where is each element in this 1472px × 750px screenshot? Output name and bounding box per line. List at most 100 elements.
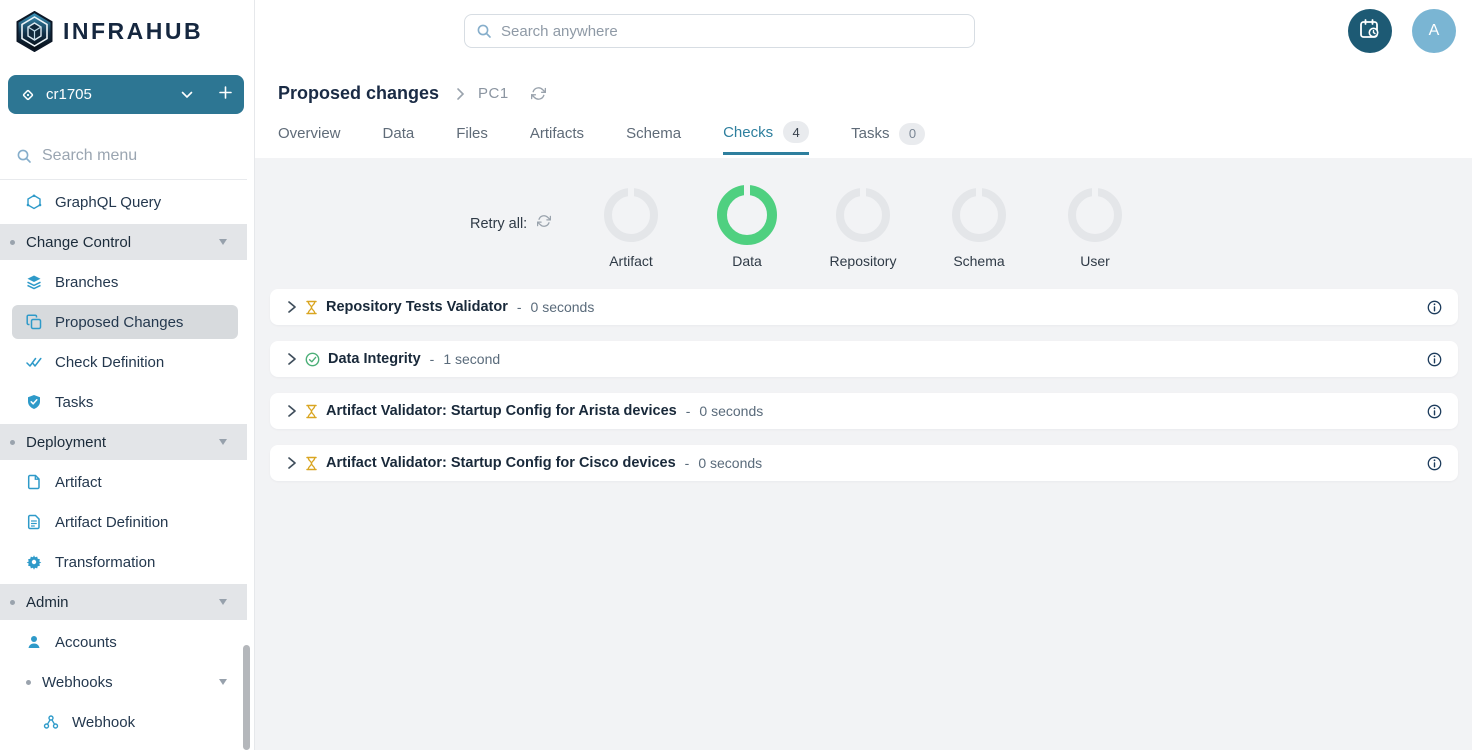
sidebar-item-webhook[interactable]: Webhook bbox=[0, 702, 247, 742]
collapse-triangle-icon bbox=[219, 679, 227, 685]
sidebar: INFRAHUB cr1705 bbox=[0, 0, 255, 750]
sidebar-item-branches[interactable]: Branches bbox=[0, 262, 247, 302]
sidebar-section-deployment[interactable]: Deployment bbox=[0, 424, 247, 460]
sidebar-scrollbar[interactable] bbox=[243, 645, 250, 750]
validator-title: Artifact Validator: Startup Config for C… bbox=[326, 455, 676, 471]
ring-label: Schema bbox=[953, 253, 1004, 269]
calendar-clock-icon bbox=[1358, 17, 1382, 46]
sidebar-item-label: Accounts bbox=[55, 634, 117, 651]
schedule-button[interactable] bbox=[1348, 9, 1392, 53]
tab-checks[interactable]: Checks 4 bbox=[723, 112, 809, 155]
global-search-input[interactable] bbox=[501, 23, 941, 40]
sidebar-item-tasks[interactable]: Tasks bbox=[0, 382, 247, 422]
validator-duration: 0 seconds bbox=[531, 299, 595, 315]
tab-schema[interactable]: Schema bbox=[626, 112, 681, 155]
avatar[interactable]: A bbox=[1412, 9, 1456, 53]
sidebar-item-transformation[interactable]: Transformation bbox=[0, 542, 247, 582]
sidebar-section-webhooks[interactable]: Webhooks bbox=[0, 662, 247, 702]
section-label: Admin bbox=[26, 594, 69, 611]
webhook-icon bbox=[43, 714, 59, 730]
ring-label: User bbox=[1080, 253, 1110, 269]
validator-row[interactable]: Artifact Validator: Startup Config for A… bbox=[270, 393, 1458, 429]
app-window: INFRAHUB cr1705 bbox=[0, 0, 1472, 750]
add-branch-button[interactable] bbox=[219, 86, 232, 104]
progress-ring-icon bbox=[836, 188, 890, 242]
expand-chevron-icon[interactable] bbox=[286, 300, 298, 314]
artifact-icon bbox=[26, 474, 42, 490]
tab-label: Files bbox=[456, 125, 488, 142]
infrahub-logo-icon bbox=[16, 11, 53, 52]
separator: - bbox=[686, 403, 691, 419]
sidebar-search bbox=[0, 132, 247, 180]
collapse-triangle-icon bbox=[219, 599, 227, 605]
tab-label: Checks bbox=[723, 124, 773, 141]
tab-tasks[interactable]: Tasks 0 bbox=[851, 112, 925, 155]
refresh-icon[interactable] bbox=[531, 86, 546, 101]
validator-row[interactable]: Data Integrity - 1 second bbox=[270, 341, 1458, 377]
sidebar-section-admin[interactable]: Admin bbox=[0, 584, 247, 620]
breadcrumb: Proposed changes PC1 bbox=[278, 83, 546, 104]
check-ring-artifact[interactable]: Artifact bbox=[573, 184, 689, 269]
section-bullet-icon bbox=[10, 600, 15, 605]
info-icon[interactable] bbox=[1427, 352, 1442, 367]
tab-label: Schema bbox=[626, 125, 681, 142]
expand-chevron-icon[interactable] bbox=[286, 352, 298, 366]
validator-duration: 0 seconds bbox=[699, 403, 763, 419]
transformation-icon bbox=[26, 554, 42, 570]
expand-chevron-icon[interactable] bbox=[286, 404, 298, 418]
validator-row[interactable]: Repository Tests Validator - 0 seconds bbox=[270, 289, 1458, 325]
validator-title: Artifact Validator: Startup Config for A… bbox=[326, 403, 677, 419]
section-bullet-icon bbox=[10, 240, 15, 245]
validator-title: Data Integrity bbox=[328, 351, 421, 367]
search-icon bbox=[16, 148, 32, 164]
brand-logo[interactable]: INFRAHUB bbox=[0, 0, 254, 62]
chevron-down-icon[interactable] bbox=[181, 86, 193, 104]
sidebar-item-check-definition[interactable]: Check Definition bbox=[0, 342, 247, 382]
branches-icon bbox=[26, 274, 42, 290]
check-ring-schema[interactable]: Schema bbox=[921, 184, 1037, 269]
breadcrumb-item[interactable]: PC1 bbox=[478, 85, 509, 102]
progress-ring-icon bbox=[1068, 188, 1122, 242]
separator: - bbox=[430, 351, 435, 367]
sidebar-search-input[interactable] bbox=[42, 147, 212, 165]
validator-row[interactable]: Artifact Validator: Startup Config for C… bbox=[270, 445, 1458, 481]
tab-badge: 0 bbox=[899, 123, 925, 145]
retry-all: Retry all: bbox=[470, 214, 551, 233]
tab-badge: 4 bbox=[783, 121, 809, 143]
info-icon[interactable] bbox=[1427, 300, 1442, 315]
info-icon[interactable] bbox=[1427, 404, 1442, 419]
check-ring-user[interactable]: User bbox=[1037, 184, 1153, 269]
sidebar-item-label: Artifact Definition bbox=[55, 514, 168, 531]
section-bullet-icon bbox=[10, 440, 15, 445]
sidebar-item-artifact[interactable]: Artifact bbox=[0, 462, 247, 502]
sidebar-item-artifact-definition[interactable]: Artifact Definition bbox=[0, 502, 247, 542]
info-icon[interactable] bbox=[1427, 456, 1442, 471]
validator-duration: 0 seconds bbox=[698, 455, 762, 471]
check-ring-data[interactable]: Data bbox=[689, 184, 805, 269]
sidebar-item-label: Proposed Changes bbox=[55, 314, 183, 331]
tab-label: Data bbox=[383, 125, 415, 142]
branch-selector[interactable]: cr1705 bbox=[8, 75, 244, 114]
progress-ring-icon bbox=[952, 188, 1006, 242]
sidebar-section-change-control[interactable]: Change Control bbox=[0, 224, 247, 260]
tab-overview[interactable]: Overview bbox=[278, 112, 341, 155]
retry-all-label: Retry all: bbox=[470, 216, 527, 232]
ring-label: Data bbox=[732, 253, 762, 269]
retry-all-refresh-icon[interactable] bbox=[537, 214, 551, 233]
check-ring-repository[interactable]: Repository bbox=[805, 184, 921, 269]
sidebar-item-proposed-changes[interactable]: Proposed Changes bbox=[0, 302, 247, 342]
expand-chevron-icon[interactable] bbox=[286, 456, 298, 470]
sidebar-item-label: GraphQL Query bbox=[55, 194, 161, 211]
sidebar-item-accounts[interactable]: Accounts bbox=[0, 622, 247, 662]
section-label: Deployment bbox=[26, 434, 106, 451]
sidebar-item-graphql-query[interactable]: GraphQL Query bbox=[0, 182, 247, 222]
sidebar-item-label: Tasks bbox=[55, 394, 93, 411]
sidebar-nav: GraphQL Query Change Control Branches bbox=[0, 182, 247, 742]
collapse-triangle-icon bbox=[219, 239, 227, 245]
tab-files[interactable]: Files bbox=[456, 112, 488, 155]
tab-data[interactable]: Data bbox=[383, 112, 415, 155]
accounts-icon bbox=[26, 634, 42, 650]
branch-name: cr1705 bbox=[46, 86, 181, 103]
progress-ring-icon bbox=[604, 188, 658, 242]
tab-artifacts[interactable]: Artifacts bbox=[530, 112, 584, 155]
